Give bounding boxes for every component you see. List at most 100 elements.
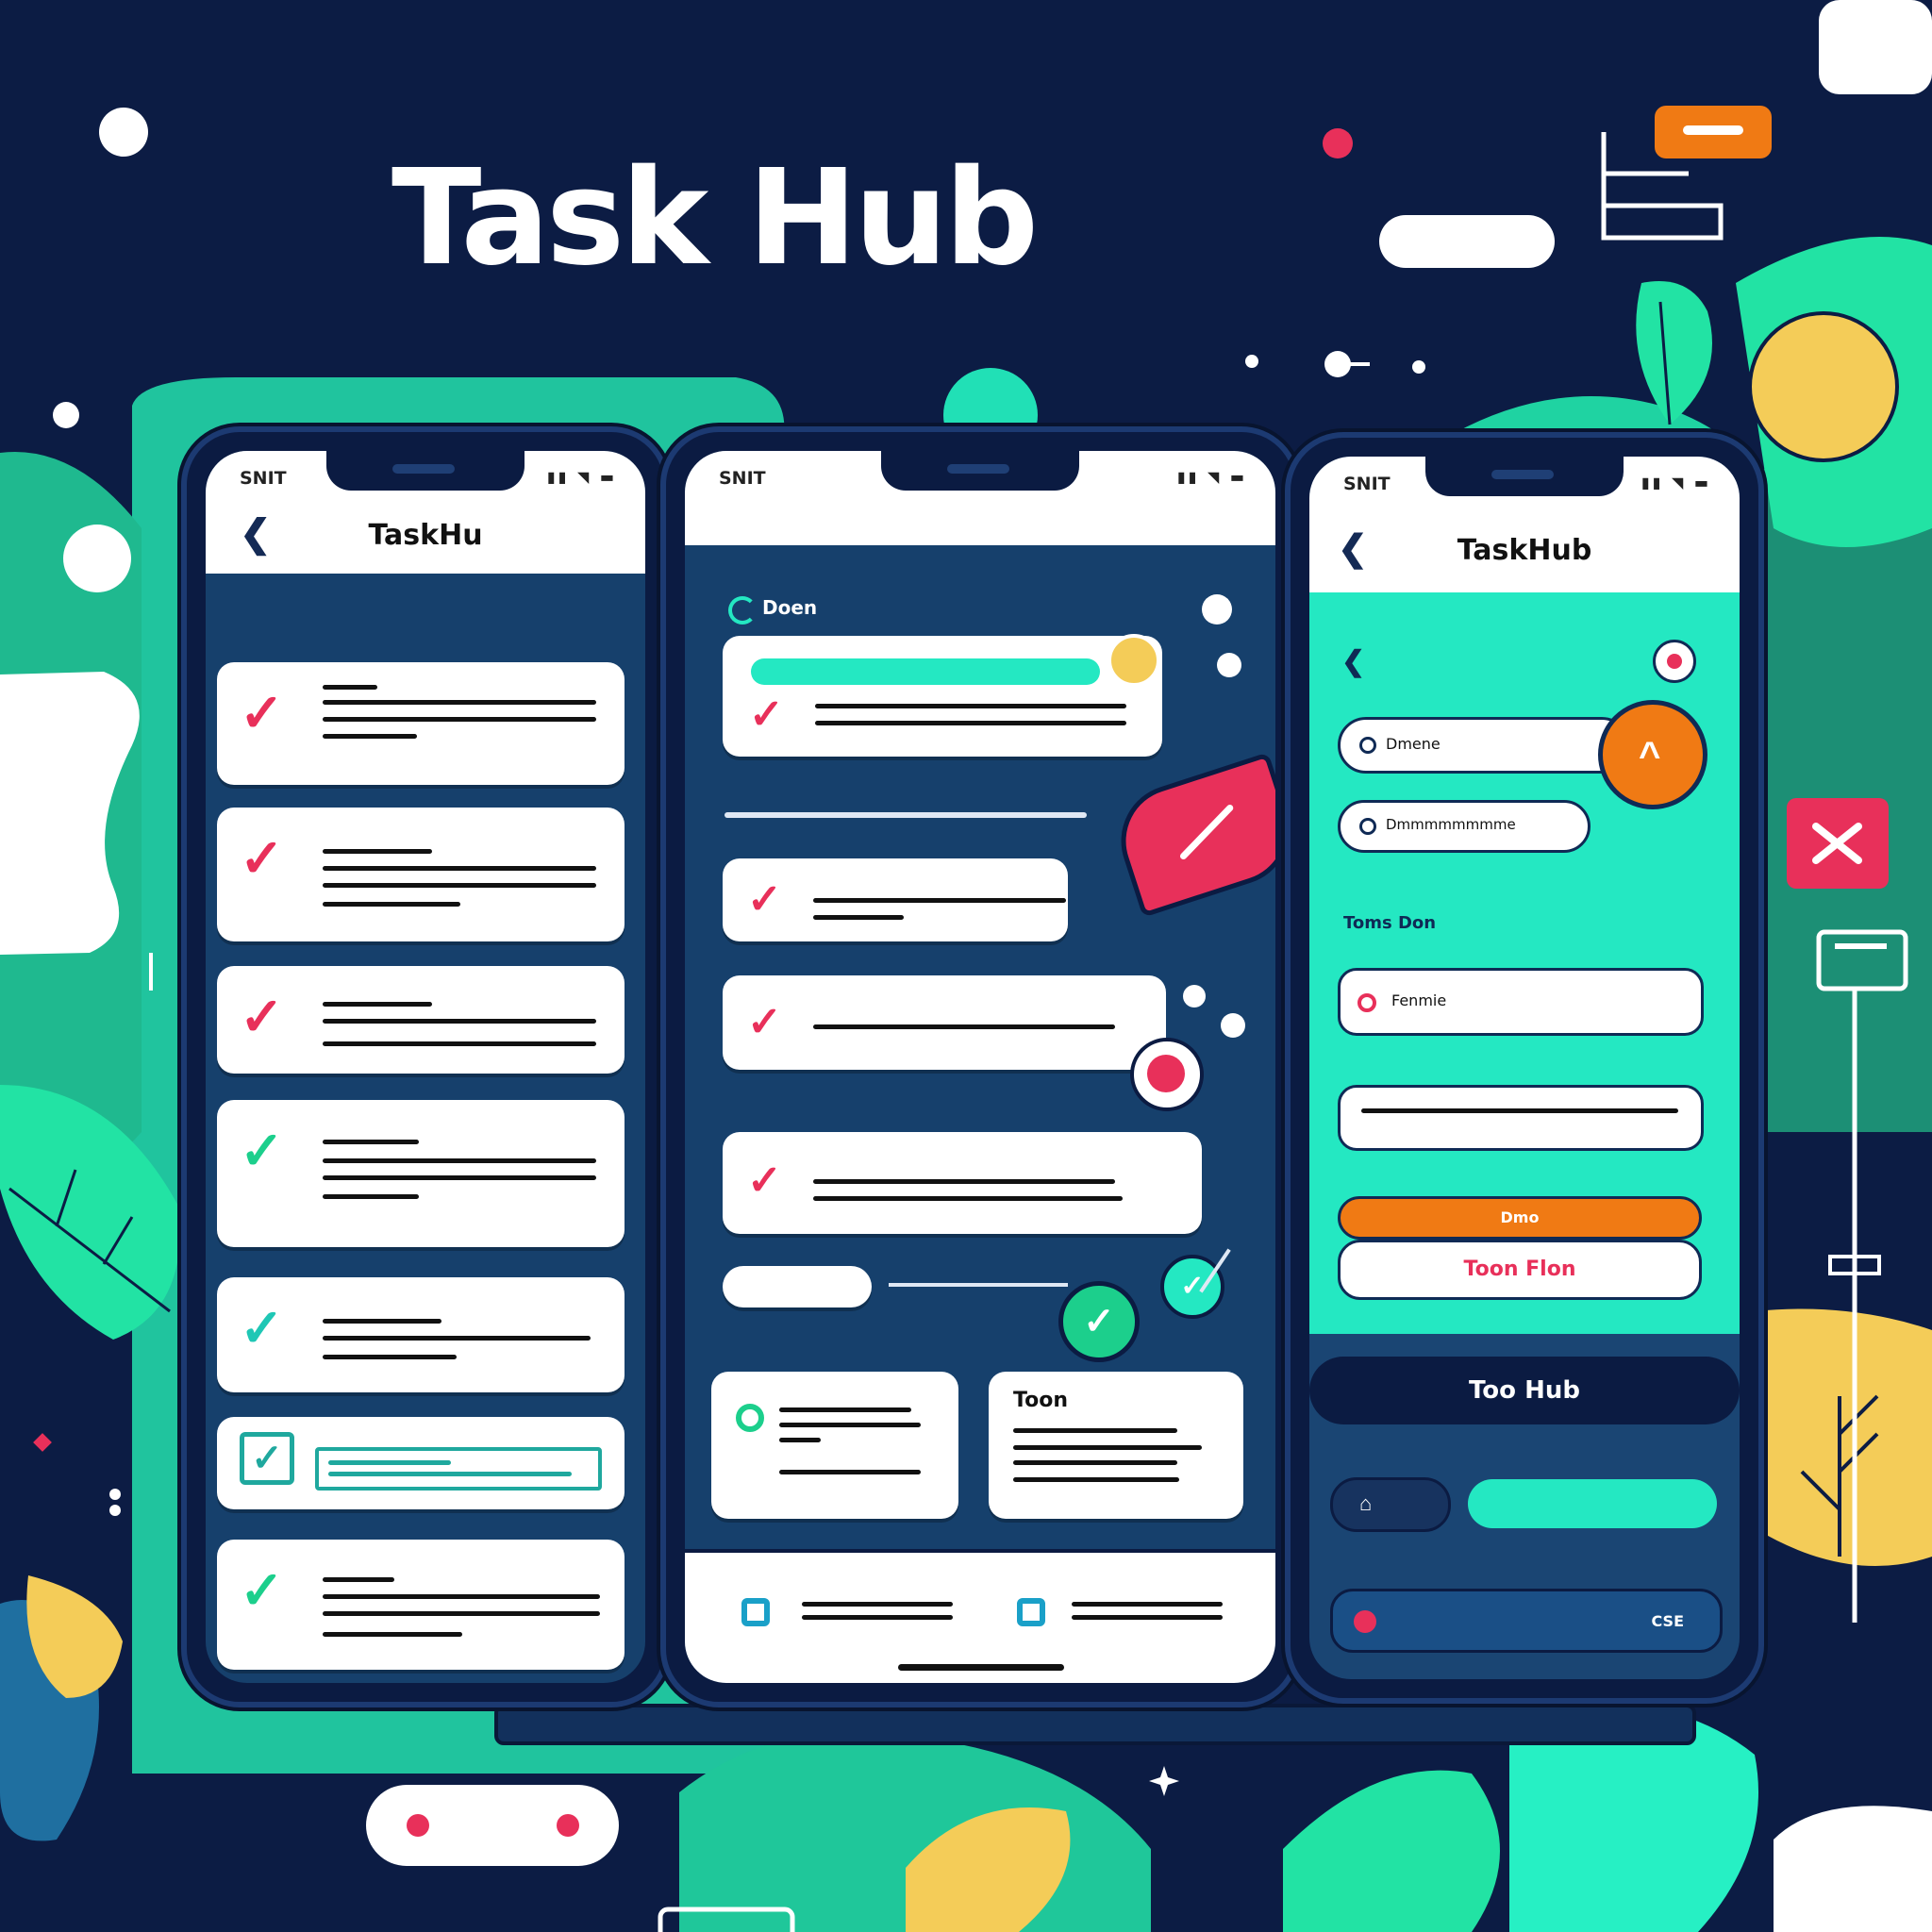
task-card[interactable]: ✓ — [217, 662, 625, 785]
radio-icon — [1357, 993, 1376, 1012]
tab-icon[interactable] — [741, 1598, 770, 1626]
task-card[interactable]: ✓ — [217, 1100, 625, 1247]
input-field[interactable] — [1338, 1085, 1704, 1151]
text-line — [323, 1194, 419, 1199]
input-field[interactable]: Dmmmmmmmme — [1338, 800, 1591, 853]
check-icon[interactable]: ✓ — [747, 996, 782, 1049]
text-line — [802, 1602, 953, 1607]
text-line — [323, 685, 377, 690]
notch — [326, 451, 525, 491]
check-icon[interactable]: ✓ — [240, 687, 284, 740]
task-card[interactable]: ✓ — [723, 1132, 1202, 1234]
text-line — [813, 1179, 1115, 1184]
section-label: Toms Don — [1343, 913, 1437, 933]
text-line — [813, 898, 1066, 903]
radio-icon — [736, 1404, 764, 1432]
back-arrow-icon[interactable]: ❮ — [1341, 645, 1365, 678]
text-line — [1361, 1108, 1678, 1113]
check-icon[interactable]: ✓ — [240, 1564, 284, 1617]
radio-icon — [1359, 737, 1376, 754]
decor-dot — [1183, 985, 1206, 1008]
app-showcase: Task Hub SNIT ▮▮ ◥ ▬ ❮ TaskHu ✓ ✓ ✓ ✓ ✓ ✓ ✓ SN… — [0, 0, 1932, 1932]
check-icon[interactable]: ✓ — [747, 1155, 782, 1208]
text-line — [1013, 1460, 1177, 1465]
task-card[interactable]: ✓ — [217, 966, 625, 1074]
notch — [1425, 457, 1624, 496]
text-line — [815, 721, 1126, 725]
orange-button[interactable]: Dmo — [1338, 1196, 1702, 1240]
app-title: TaskHu — [368, 519, 483, 552]
progress-outline — [315, 1447, 602, 1491]
task-card[interactable]: ✓ — [217, 1277, 625, 1392]
check-icon[interactable]: ✓ — [240, 1432, 294, 1485]
text-line — [813, 915, 904, 920]
home-indicator — [898, 1664, 1064, 1671]
input-field[interactable]: Dmene — [1338, 717, 1630, 774]
text-line — [323, 1632, 462, 1637]
task-card[interactable]: ✓ — [217, 1417, 625, 1509]
teal-button[interactable] — [1468, 1479, 1717, 1528]
bottom-label: CSE — [1651, 1612, 1685, 1630]
done-toggle[interactable]: ✓ — [1058, 1281, 1140, 1362]
field-value: Fenmie — [1391, 991, 1447, 1009]
check-icon[interactable]: ✓ — [240, 991, 284, 1043]
divider-line — [724, 812, 1087, 818]
text-line — [323, 1002, 432, 1007]
tab-icon[interactable] — [1017, 1598, 1045, 1626]
phone-right: SNIT ▮▮ ◥ ▬ ❮ TaskHub ❮ Dmene ^ Dmmmmmmm… — [1285, 432, 1764, 1704]
check-icon[interactable]: ✓ — [747, 874, 782, 926]
text-line — [323, 1611, 600, 1616]
text-line — [323, 1140, 419, 1144]
decor-dot — [1202, 594, 1232, 625]
field-value: Dmmmmmmmme — [1386, 816, 1516, 833]
text-line — [323, 866, 596, 871]
text-line — [323, 1577, 394, 1582]
mini-card[interactable]: Toon — [989, 1372, 1243, 1519]
task-card[interactable]: ✓ — [217, 1540, 625, 1670]
text-line — [779, 1407, 911, 1412]
radio-icon — [1359, 818, 1376, 835]
text-line — [323, 717, 596, 722]
text-line — [1072, 1615, 1223, 1620]
text-line — [813, 1196, 1123, 1201]
signal-wifi-battery-icon: ▮▮ ◥ ▬ — [546, 468, 617, 486]
section-label: Doen — [762, 596, 818, 619]
record-button[interactable] — [1653, 640, 1696, 683]
pen-icon: ^ — [1639, 735, 1661, 776]
decor-dot — [1217, 653, 1241, 677]
phone-right-screen: SNIT ▮▮ ◥ ▬ ❮ TaskHub ❮ Dmene ^ Dmmmmmmm… — [1309, 457, 1740, 1679]
task-card[interactable]: ✓ — [723, 975, 1166, 1070]
text-line — [779, 1423, 921, 1427]
heart-button[interactable] — [1130, 1038, 1204, 1111]
app-title: TaskHub — [1457, 534, 1592, 567]
text-line — [323, 1336, 591, 1341]
check-icon[interactable]: ✓ — [240, 832, 284, 885]
check-bubble[interactable]: ✓ — [1160, 1255, 1224, 1319]
decor-dot — [1221, 1013, 1245, 1038]
bottom-pill[interactable]: CSE — [1330, 1589, 1723, 1653]
text-line — [323, 883, 596, 888]
status-time: SNIT — [719, 468, 766, 489]
white-button[interactable]: Toon Flon — [1338, 1240, 1702, 1300]
text-line — [1013, 1477, 1179, 1482]
task-card[interactable]: ✓ — [723, 858, 1068, 941]
field-value: Dmene — [1386, 735, 1441, 753]
toggle-chip[interactable]: ⌂ — [1330, 1477, 1451, 1532]
red-leaf-button[interactable] — [1106, 752, 1275, 918]
task-card[interactable]: ✓ — [217, 808, 625, 941]
input-field[interactable]: Fenmie — [1338, 968, 1704, 1036]
mini-card[interactable] — [711, 1372, 958, 1519]
text-line — [323, 849, 432, 854]
dark-button[interactable]: Too Hub — [1309, 1357, 1740, 1424]
heart-icon — [1147, 1055, 1185, 1092]
task-card-highlight[interactable]: ✓ — [723, 634, 1162, 757]
signal-wifi-battery-icon: ▮▮ ◥ ▬ — [1176, 468, 1247, 486]
check-icon[interactable]: ✓ — [240, 1124, 284, 1177]
text-line — [323, 1319, 441, 1324]
empty-chip[interactable] — [723, 1266, 872, 1307]
edit-fab[interactable]: ^ — [1598, 700, 1707, 809]
check-icon[interactable]: ✓ — [240, 1302, 284, 1355]
check-icon[interactable]: ✓ — [749, 689, 784, 741]
phone-middle: SNIT ▮▮ ◥ ▬ Doen ✓ ✓ ✓ ✓ ✓ ✓ Toon — [660, 426, 1300, 1707]
notch — [881, 451, 1079, 491]
